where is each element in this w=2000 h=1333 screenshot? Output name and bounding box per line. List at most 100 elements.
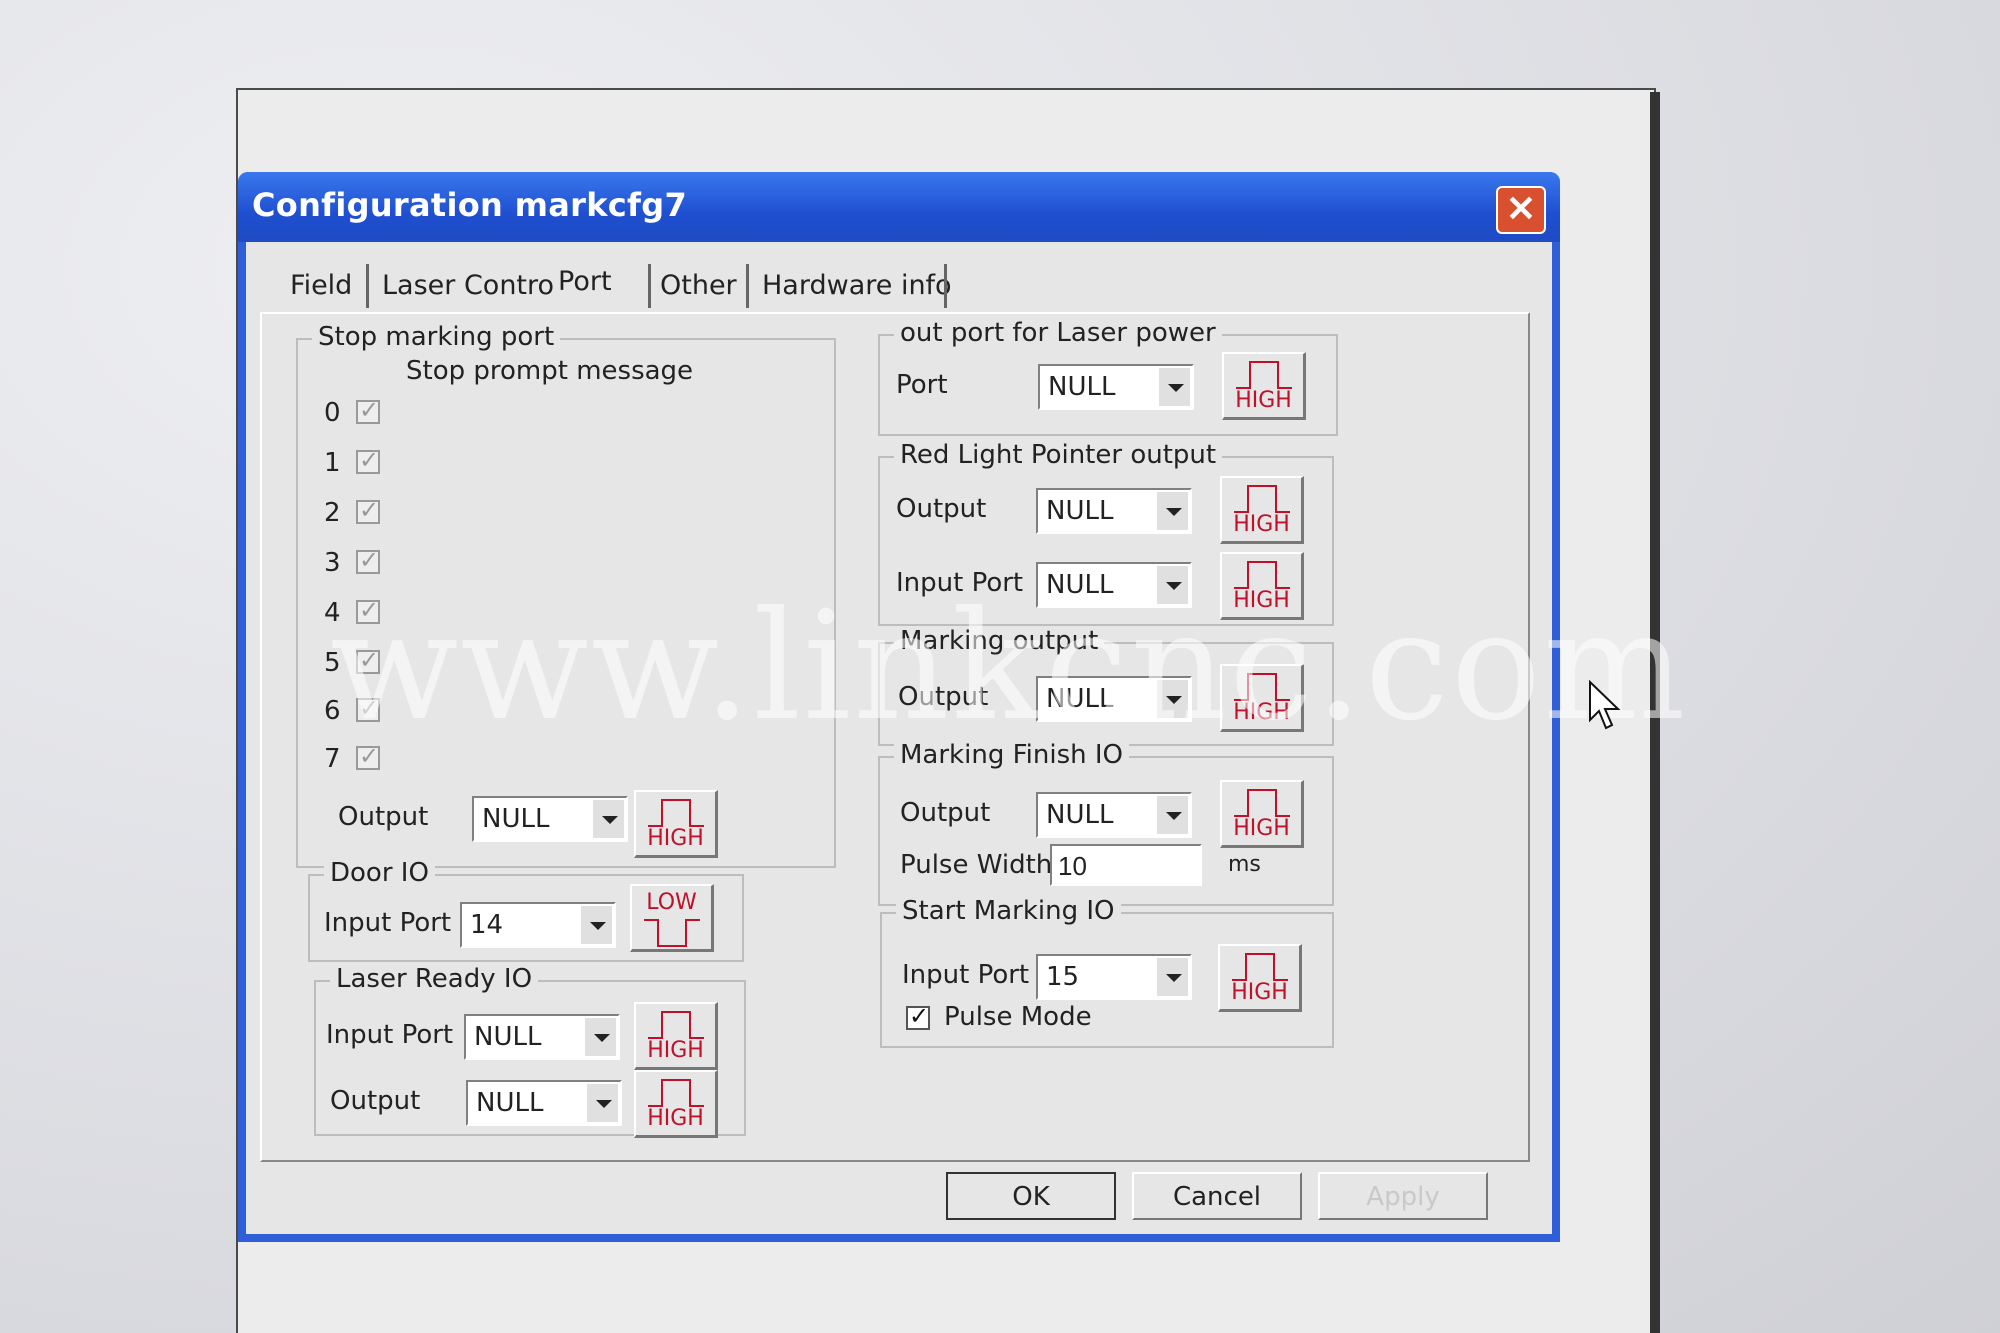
laser-ready-output-select[interactable]: NULL: [466, 1080, 622, 1126]
high-pulse-icon: [1236, 361, 1292, 389]
laser-ready-output-level-button[interactable]: HIGH: [634, 1070, 718, 1138]
close-button[interactable]: ✕: [1496, 186, 1546, 234]
dropdown-button[interactable]: [580, 906, 612, 944]
high-pulse-icon: [1234, 789, 1290, 817]
high-pulse-icon: [1234, 561, 1290, 589]
stop-bit-checkbox[interactable]: ✓: [356, 447, 380, 474]
pulse-mode-checkbox[interactable]: ✓: [906, 1003, 930, 1030]
high-pulse-icon: [648, 1079, 704, 1107]
marking-finish-output-value: NULL: [1046, 800, 1114, 830]
stop-bit-checkbox[interactable]: ✓: [356, 497, 380, 524]
laser-ready-output-value: NULL: [476, 1088, 544, 1118]
tab-separator: [944, 264, 947, 308]
pulse-width-input[interactable]: 10: [1050, 844, 1202, 886]
chevron-down-icon: [1166, 508, 1182, 516]
stop-bit-checkbox[interactable]: ✓: [356, 397, 380, 424]
laser-ready-input-level-button[interactable]: HIGH: [634, 1002, 718, 1070]
high-pulse-icon: [648, 1011, 704, 1039]
high-pulse-icon: [1232, 953, 1288, 981]
pulse-width-unit: ms: [1228, 852, 1261, 877]
dropdown-button[interactable]: [1158, 368, 1190, 406]
red-light-group: Red Light Pointer output Output NULL HIG…: [878, 440, 1334, 626]
dropdown-button[interactable]: [1156, 566, 1188, 604]
marking-finish-output-select[interactable]: NULL: [1036, 792, 1192, 838]
red-light-input-select[interactable]: NULL: [1036, 562, 1192, 608]
tab-separator: [648, 264, 651, 308]
pulse-mode-label: Pulse Mode: [944, 1002, 1092, 1032]
bit-label: 4: [324, 598, 341, 628]
laser-ready-output-label: Output: [330, 1086, 421, 1116]
start-marking-input-select[interactable]: 15: [1036, 954, 1192, 1000]
bit-label: 7: [324, 744, 341, 774]
red-light-input-level-button[interactable]: HIGH: [1220, 552, 1304, 620]
start-marking-title: Start Marking IO: [896, 896, 1121, 926]
dropdown-button[interactable]: [1156, 958, 1188, 996]
marking-output-label: Output: [898, 682, 989, 712]
laser-ready-input-value: NULL: [474, 1022, 542, 1052]
bit-label: 0: [324, 398, 341, 428]
chevron-down-icon: [1166, 974, 1182, 982]
stop-prompt-message-label: Stop prompt message: [406, 356, 694, 386]
red-light-output-level-button[interactable]: HIGH: [1220, 476, 1304, 544]
start-marking-level-button[interactable]: HIGH: [1218, 944, 1302, 1012]
tab-other[interactable]: Other: [660, 264, 737, 308]
ok-button[interactable]: OK: [946, 1172, 1116, 1220]
bit-label: 2: [324, 498, 341, 528]
red-light-input-label: Input Port: [896, 568, 1024, 598]
laser-ready-input-select[interactable]: NULL: [464, 1014, 620, 1060]
door-input-label: Input Port: [324, 908, 452, 938]
level-text: HIGH: [1231, 980, 1288, 1005]
background-window-edge: [1650, 92, 1660, 1333]
pulse-width-value: 10: [1058, 851, 1087, 881]
laser-power-port-value: NULL: [1048, 372, 1116, 402]
stop-bit-checkbox[interactable]: ✓: [356, 597, 380, 624]
stop-output-level-button[interactable]: HIGH: [634, 790, 718, 858]
stop-output-select[interactable]: NULL: [472, 796, 628, 842]
level-text: HIGH: [647, 1038, 704, 1063]
door-io-title: Door IO: [324, 858, 435, 888]
bit-label: 6: [324, 696, 341, 726]
marking-finish-output-label: Output: [900, 798, 991, 828]
chevron-down-icon: [596, 1100, 612, 1108]
door-input-select[interactable]: 14: [460, 902, 616, 948]
red-light-input-value: NULL: [1046, 570, 1114, 600]
start-marking-input-label: Input Port: [902, 960, 1030, 990]
dropdown-button[interactable]: [1156, 680, 1188, 718]
tab-laser-control[interactable]: Laser Contro: [382, 264, 554, 308]
bit-label: 1: [324, 448, 341, 478]
tab-field[interactable]: Field: [290, 264, 352, 308]
check-icon: ✓: [909, 1003, 930, 1030]
stop-bit-checkbox[interactable]: ✓: [356, 695, 380, 722]
door-input-level-button[interactable]: LOW: [630, 884, 714, 952]
mouse-pointer-icon: [1589, 680, 1621, 730]
laser-power-port-label: Port: [896, 370, 948, 400]
red-light-output-select[interactable]: NULL: [1036, 488, 1192, 534]
laser-power-level-button[interactable]: HIGH: [1222, 352, 1306, 420]
tab-hardware-info[interactable]: Hardware info: [762, 264, 952, 308]
configuration-dialog: Configuration markcfg7 ✕ Field Laser Con…: [238, 172, 1560, 1242]
chevron-down-icon: [594, 1034, 610, 1042]
stop-bit-checkbox[interactable]: ✓: [356, 547, 380, 574]
dropdown-button[interactable]: [1156, 492, 1188, 530]
dropdown-button[interactable]: [592, 800, 624, 838]
chevron-down-icon: [590, 922, 606, 930]
level-text: HIGH: [1235, 388, 1292, 413]
dropdown-button[interactable]: [586, 1084, 618, 1122]
stop-bit-checkbox[interactable]: ✓: [356, 743, 380, 770]
stop-marking-port-title: Stop marking port: [312, 322, 561, 352]
title-bar[interactable]: Configuration markcfg7 ✕: [238, 172, 1560, 242]
marking-finish-group: Marking Finish IO Output NULL HIGH Pulse…: [878, 740, 1334, 906]
chevron-down-icon: [1166, 582, 1182, 590]
start-marking-input-value: 15: [1046, 962, 1080, 992]
close-icon: ✕: [1505, 188, 1537, 229]
dropdown-button[interactable]: [584, 1018, 616, 1056]
laser-power-port-select[interactable]: NULL: [1038, 364, 1194, 410]
cancel-button[interactable]: Cancel: [1132, 1172, 1302, 1220]
marking-finish-output-level-button[interactable]: HIGH: [1220, 780, 1304, 848]
dropdown-button[interactable]: [1156, 796, 1188, 834]
tab-port[interactable]: Port: [558, 260, 612, 304]
marking-output-select[interactable]: NULL: [1036, 676, 1192, 722]
marking-output-level-button[interactable]: HIGH: [1220, 664, 1304, 732]
stop-bit-checkbox[interactable]: ✓: [356, 647, 380, 674]
apply-button[interactable]: Apply: [1318, 1172, 1488, 1220]
